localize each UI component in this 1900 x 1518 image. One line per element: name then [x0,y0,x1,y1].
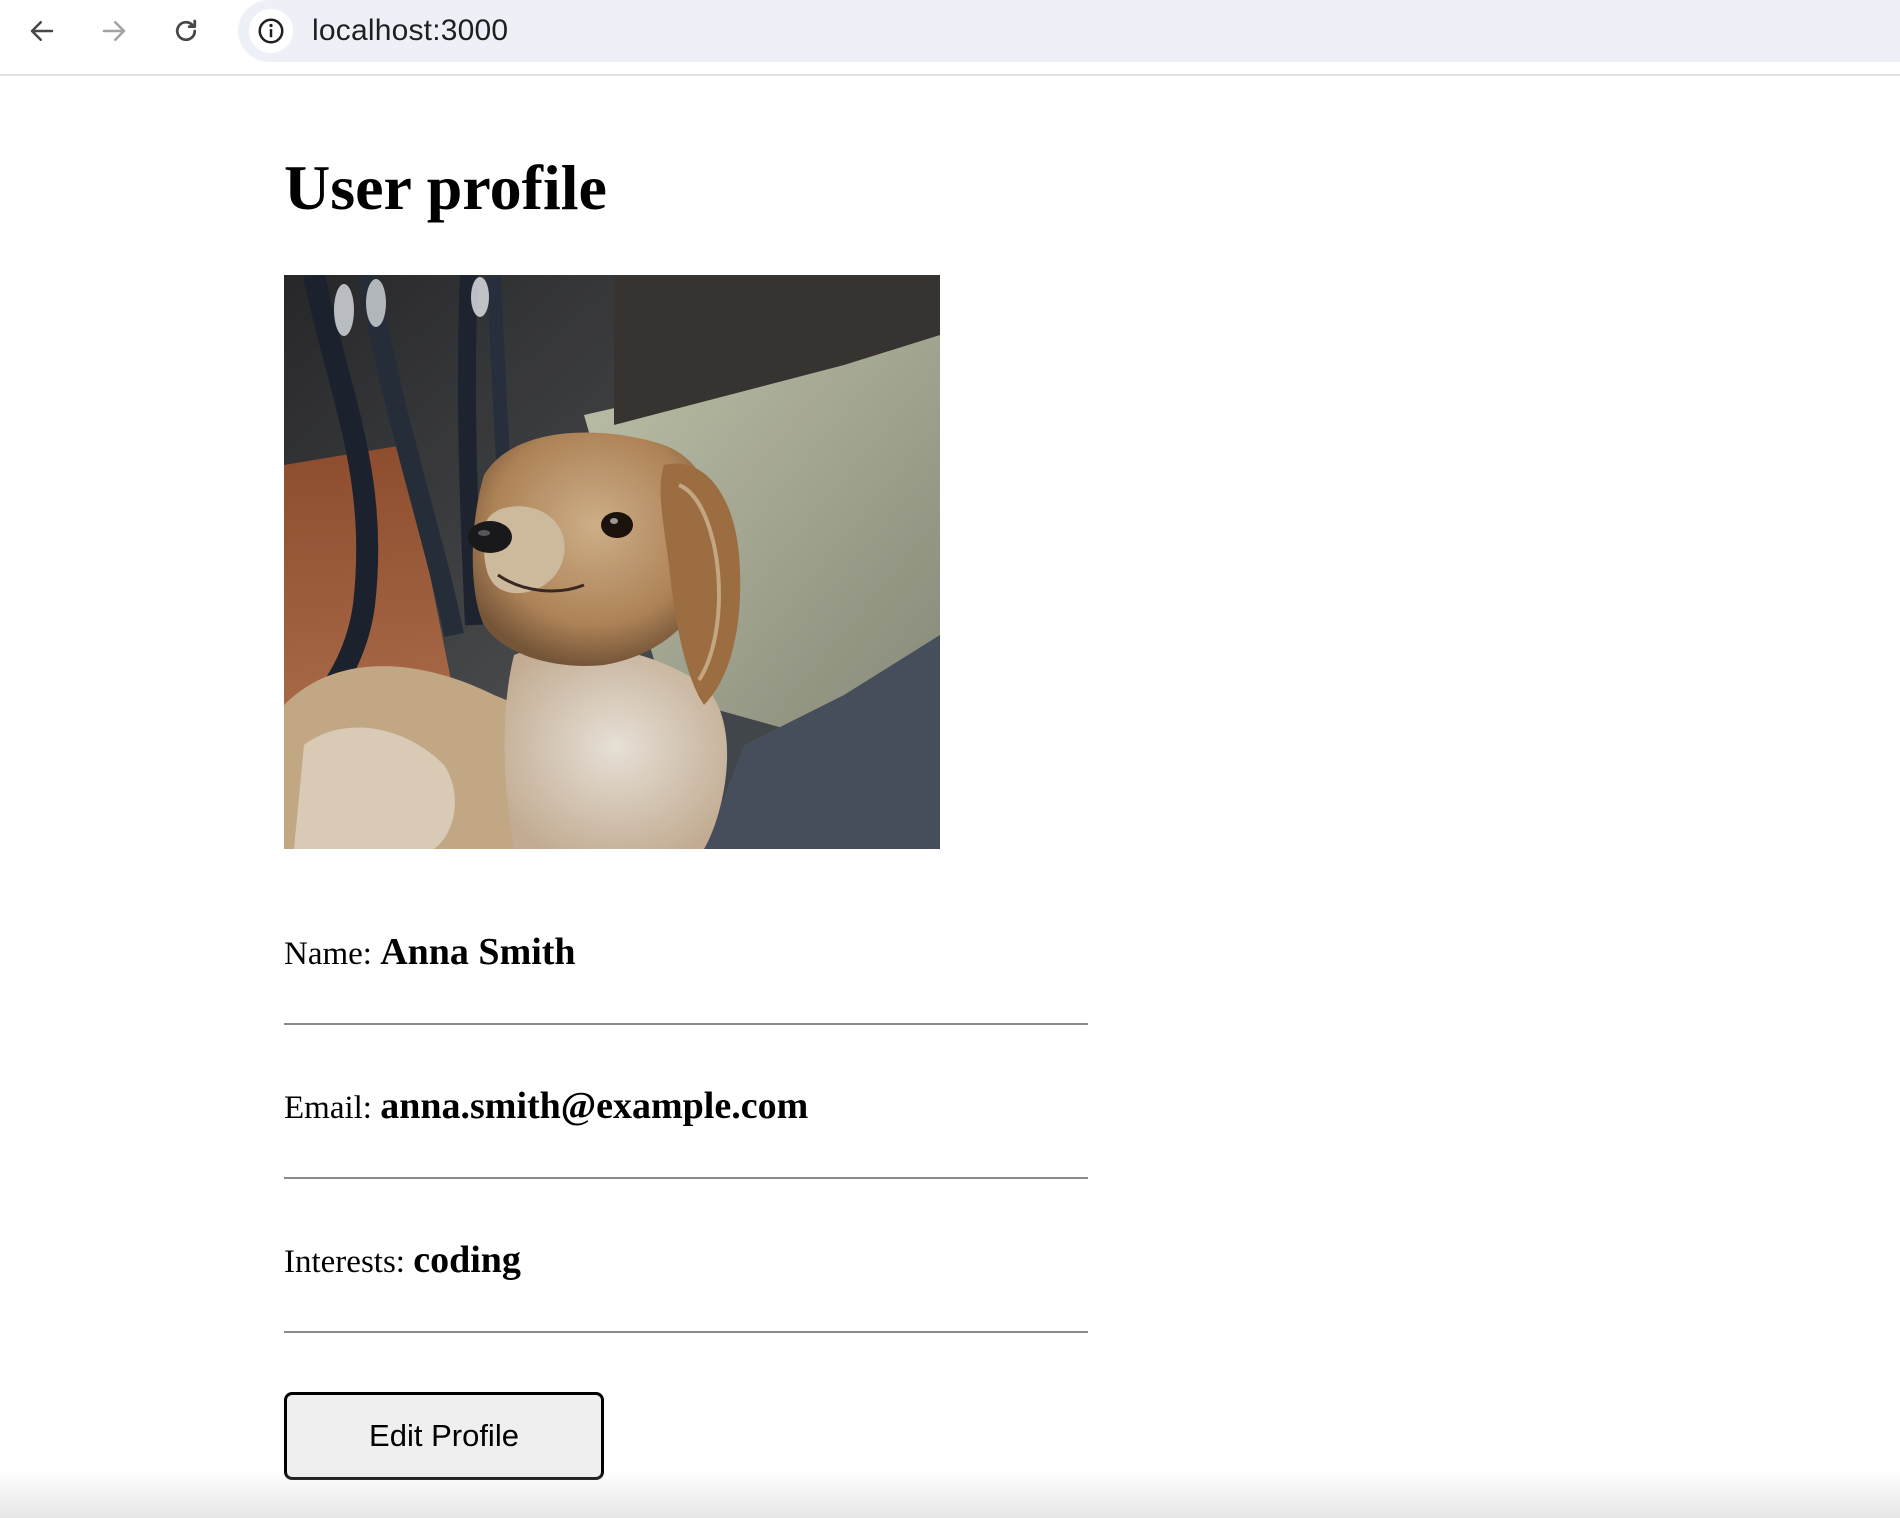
email-field: Email: anna.smith@example.com [284,1078,1088,1138]
interests-field: Interests: coding [284,1232,1088,1292]
arrow-left-icon [30,21,54,41]
site-info-button[interactable] [249,9,293,53]
url-text[interactable]: localhost:3000 [312,13,508,49]
edit-profile-button[interactable]: Edit Profile [284,1392,604,1480]
email-label: Email: [284,1090,372,1126]
interests-label: Interests: [284,1244,405,1280]
address-bar[interactable]: localhost:3000 [238,0,1900,62]
info-icon [258,18,284,44]
forward-button[interactable] [90,7,138,55]
reload-button[interactable] [162,7,210,55]
arrow-right-icon [102,21,126,41]
divider [284,1023,1088,1025]
interests-value: coding [413,1239,521,1281]
divider [284,1177,1088,1179]
profile-photo [284,275,940,849]
back-button[interactable] [18,7,66,55]
name-field: Name: Anna Smith [284,924,1088,984]
email-value: anna.smith@example.com [380,1085,809,1127]
name-label: Name: [284,936,372,972]
page-title: User profile [284,152,607,223]
name-value: Anna Smith [380,931,576,973]
reload-icon [175,19,197,42]
divider [284,1331,1088,1333]
browser-toolbar: localhost:3000 [0,0,1900,76]
